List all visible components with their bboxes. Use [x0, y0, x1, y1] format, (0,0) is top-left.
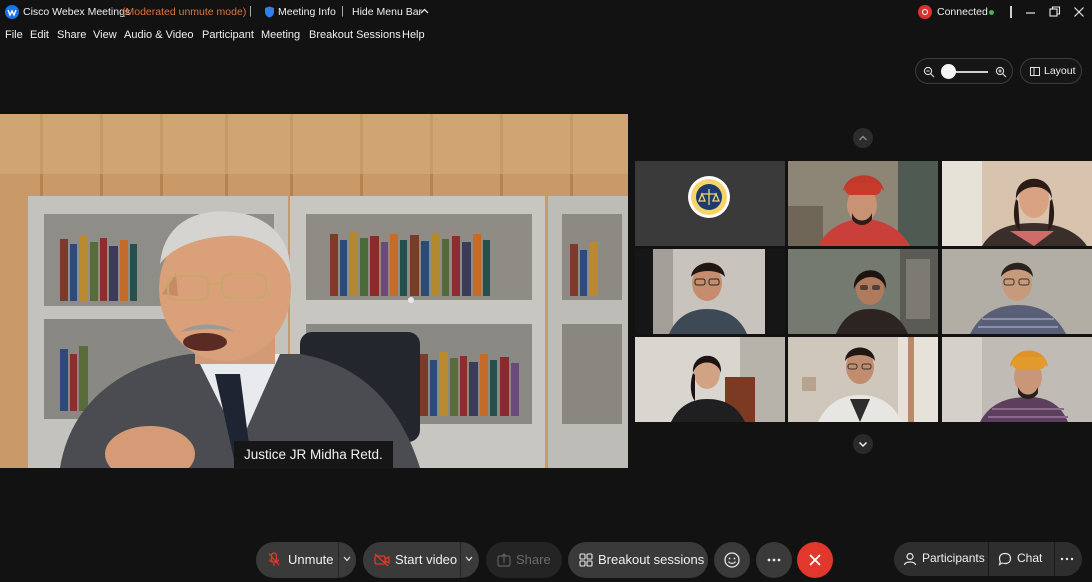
scroll-down-button[interactable] — [853, 434, 873, 454]
menu-audio-video[interactable]: Audio & Video — [124, 26, 194, 41]
menu-meeting[interactable]: Meeting — [261, 26, 300, 41]
participant-tile-video[interactable] — [942, 249, 1092, 334]
panel-controls: Participants Chat — [894, 542, 1082, 576]
breakout-sessions-button[interactable]: Breakout sessions — [568, 542, 708, 578]
window-divider — [1010, 6, 1012, 18]
participant-tile-video[interactable] — [635, 249, 785, 334]
menu-share[interactable]: Share — [57, 26, 86, 41]
zoom-out-icon[interactable] — [923, 66, 935, 78]
webex-logo-icon — [5, 5, 19, 19]
minimize-icon[interactable] — [1022, 3, 1040, 21]
camera-off-icon[interactable] — [374, 553, 390, 567]
participant-tile-video[interactable] — [942, 337, 1092, 422]
smiley-icon — [724, 552, 740, 568]
app-title: Cisco Webex Meetings — [23, 6, 131, 18]
title-separator: | — [341, 5, 344, 17]
share-button[interactable]: Share — [486, 542, 562, 578]
active-speaker-video — [0, 114, 628, 468]
zoom-in-icon[interactable] — [995, 66, 1007, 78]
institution-logo-icon — [688, 176, 730, 218]
chevron-up-icon[interactable] — [420, 7, 429, 16]
participant-video-frame — [942, 249, 1092, 334]
chevron-up-icon — [859, 135, 867, 141]
participant-video-frame — [788, 337, 938, 422]
menu-edit[interactable]: Edit — [30, 26, 49, 41]
control-divider — [338, 542, 339, 578]
shield-icon — [265, 6, 274, 18]
chevron-down-icon[interactable] — [465, 556, 473, 562]
close-icon[interactable] — [1070, 3, 1088, 21]
more-options-button[interactable] — [756, 542, 792, 578]
start-video-button[interactable]: Start video — [395, 552, 457, 567]
microphone-muted-icon[interactable] — [268, 552, 280, 568]
control-divider — [1054, 542, 1055, 576]
participants-button[interactable]: Participants — [922, 551, 985, 565]
hide-menu-bar-button[interactable]: Hide Menu Bar — [352, 6, 422, 18]
moderated-mode-label: (Moderated unmute mode) — [122, 6, 247, 18]
participant-video-frame — [788, 249, 938, 334]
start-video-control: Start video — [363, 542, 479, 578]
recording-icon — [918, 5, 932, 19]
control-divider — [460, 542, 461, 578]
more-dots-icon[interactable] — [1059, 552, 1075, 566]
title-bar: Cisco Webex Meetings (Moderated unmute m… — [0, 0, 1092, 24]
reactions-button[interactable] — [714, 542, 750, 578]
speaker-video-frame — [0, 114, 628, 468]
close-icon — [809, 554, 821, 566]
participant-tile-video[interactable] — [788, 161, 938, 246]
participant-video-frame — [635, 337, 785, 422]
control-divider — [988, 542, 989, 576]
participant-video-frame — [942, 337, 1092, 422]
breakout-grid-icon — [579, 553, 593, 567]
layout-icon — [1030, 67, 1040, 76]
participant-video-frame — [942, 161, 1092, 246]
participant-video-frame — [788, 161, 938, 246]
connection-status: Connected — [937, 6, 988, 18]
chat-button[interactable]: Chat — [1017, 551, 1042, 565]
layout-label: Layout — [1044, 65, 1076, 77]
participants-icon[interactable] — [903, 552, 917, 566]
chevron-down-icon[interactable] — [343, 556, 351, 562]
title-separator: | — [249, 5, 252, 17]
meeting-info-button[interactable]: Meeting Info — [278, 6, 336, 18]
unmute-button[interactable]: Unmute — [288, 552, 334, 567]
breakout-sessions-label: Breakout sessions — [598, 552, 705, 567]
speaker-name-label: Justice JR Midha Retd. — [234, 441, 393, 469]
layout-button[interactable]: Layout — [1020, 58, 1082, 84]
menu-file[interactable]: File — [5, 26, 23, 41]
more-dots-icon — [767, 558, 781, 562]
share-icon — [497, 553, 511, 567]
participant-tile-video[interactable] — [788, 249, 938, 334]
chevron-down-icon — [858, 441, 868, 448]
participant-tile-video[interactable] — [635, 337, 785, 422]
participant-tile-logo[interactable] — [635, 161, 785, 246]
restore-icon[interactable] — [1046, 3, 1064, 21]
menu-breakout-sessions[interactable]: Breakout Sessions — [309, 26, 401, 41]
menu-help[interactable]: Help — [402, 26, 425, 41]
participant-tile-video[interactable] — [788, 337, 938, 422]
share-label: Share — [516, 552, 551, 567]
menu-view[interactable]: View — [93, 26, 117, 41]
scroll-up-button[interactable] — [853, 128, 873, 148]
chat-bubble-icon[interactable] — [998, 552, 1012, 566]
unmute-control: Unmute — [256, 542, 356, 578]
menu-participant[interactable]: Participant — [202, 26, 254, 41]
leave-meeting-button[interactable] — [797, 542, 833, 578]
participant-video-frame — [635, 249, 785, 334]
zoom-control — [915, 58, 1013, 84]
connected-dot-icon — [989, 10, 994, 15]
zoom-slider-thumb[interactable] — [941, 64, 956, 79]
participant-tile-video[interactable] — [942, 161, 1092, 246]
